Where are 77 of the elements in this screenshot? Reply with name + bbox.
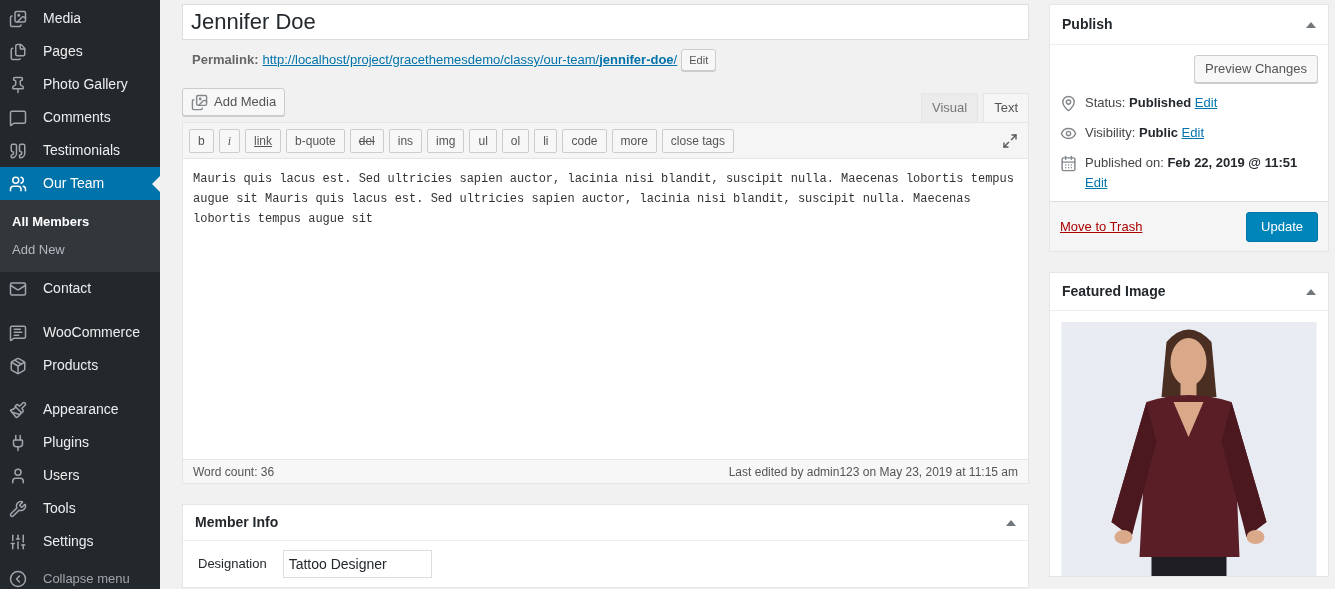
- menu-item[interactable]: Users: [0, 459, 160, 492]
- status-text: Published on: Feb 22, 2019 @ 11:51 Edit: [1085, 154, 1299, 192]
- wrench-icon: [9, 499, 27, 518]
- speech-bubble-icon: [9, 323, 27, 342]
- current-arrow-icon: [152, 176, 160, 192]
- preview-changes-button[interactable]: Preview Changes: [1194, 55, 1318, 83]
- user-icon: [9, 466, 27, 485]
- menu-item[interactable]: Pages: [0, 35, 160, 68]
- status-text: Visibility: Public Edit: [1085, 124, 1205, 142]
- edit-link[interactable]: Edit: [1085, 175, 1108, 190]
- editor-tab[interactable]: Visual: [920, 93, 979, 122]
- format-button[interactable]: ol: [501, 128, 530, 153]
- editor-tab[interactable]: Text: [983, 93, 1029, 122]
- format-button[interactable]: del: [349, 128, 384, 153]
- menu-item[interactable]: Appearance: [0, 393, 160, 426]
- content-text[interactable]: Mauris quis lacus est. Sed ultricies sapien auctor, lacinia nisi blandit, suscipit nulla. Maecenas lobortis tempus augue sit Mauris quis lacus est. Sed ultricies sapien auctor, lacinia nisi blandit, suscipit nulla. Maecenas lobortis tempus augue sit: [183, 159, 1028, 459]
- menu-item[interactable]: Testimonials: [0, 134, 160, 167]
- panel-title: Publish: [1062, 15, 1113, 34]
- menu-item[interactable]: Photo Gallery: [0, 68, 160, 101]
- menu-item[interactable]: Contact: [0, 272, 160, 305]
- field-label: Designation: [198, 555, 267, 574]
- designation-field[interactable]: Tattoo Designer: [282, 550, 432, 578]
- pin-icon: [9, 75, 27, 94]
- panel-title: Member Info: [195, 513, 279, 532]
- format-button[interactable]: link: [245, 128, 282, 153]
- add-media-button[interactable]: Add Media: [182, 88, 286, 116]
- format-button[interactable]: b-quote: [286, 128, 345, 153]
- collapse-arrow-icon[interactable]: [1306, 288, 1316, 295]
- menu-item[interactable]: WooCommerce: [0, 316, 160, 349]
- permalink-label: Permalink:: [192, 51, 259, 70]
- word-count: Word count: 36: [193, 463, 275, 481]
- edit-link[interactable]: Edit: [1194, 95, 1218, 110]
- submenu-item[interactable]: All Members: [0, 208, 160, 236]
- collapse-icon: [9, 570, 27, 588]
- menu-item[interactable]: Our Team: [0, 167, 160, 200]
- panel-title: Featured Image: [1062, 282, 1166, 301]
- format-button[interactable]: li: [534, 128, 558, 153]
- menu-item[interactable]: Tools: [0, 492, 160, 525]
- media-icon: [9, 9, 27, 28]
- people-icon: [9, 174, 27, 193]
- edit-link[interactable]: Edit: [1181, 125, 1204, 140]
- settings-icon: [9, 532, 27, 551]
- status-text: Status: Published Edit: [1085, 94, 1219, 112]
- update-button[interactable]: Update: [1246, 211, 1318, 242]
- pin-icon: [1060, 95, 1077, 112]
- move-to-trash-link[interactable]: Move to Trash: [1060, 216, 1143, 237]
- pages-icon: [9, 42, 27, 61]
- edit-permalink-button[interactable]: Edit: [681, 49, 717, 71]
- comment-icon: [9, 108, 27, 127]
- permalink-link[interactable]: http://localhost/project/gracethemesdemo/classy/our-team/jennifer-doe/: [262, 50, 678, 70]
- format-button[interactable]: more: [611, 128, 657, 153]
- fullscreen-icon[interactable]: [1002, 132, 1018, 149]
- format-button[interactable]: ins: [388, 128, 423, 153]
- format-button[interactable]: close tags: [661, 128, 734, 153]
- collapse-arrow-icon[interactable]: [1006, 519, 1016, 526]
- collapse-arrow-icon[interactable]: [1306, 21, 1316, 28]
- menu-item[interactable]: Products: [0, 349, 160, 382]
- envelope-icon: [9, 279, 27, 298]
- collapse-menu-button[interactable]: Collapse menu: [0, 569, 160, 589]
- menu-item[interactable]: Comments: [0, 101, 160, 134]
- media-icon: [191, 93, 208, 111]
- menu-item[interactable]: Media: [0, 2, 160, 35]
- format-button[interactable]: b: [189, 128, 214, 153]
- format-button[interactable]: img: [427, 128, 465, 153]
- eye-icon: [1060, 125, 1077, 142]
- format-button[interactable]: i: [218, 128, 241, 153]
- calendar-icon: [1060, 155, 1077, 172]
- format-button[interactable]: code: [562, 128, 607, 153]
- box-icon: [9, 356, 27, 375]
- menu-item[interactable]: Plugins: [0, 426, 160, 459]
- menu-item[interactable]: Settings: [0, 525, 160, 558]
- last-edited-text: Last edited by admin123 on May 23, 2019 at 11:15 am: [728, 463, 1018, 481]
- quote-icon: [9, 141, 27, 160]
- format-button[interactable]: ul: [469, 128, 497, 153]
- submenu-item[interactable]: Add New: [0, 236, 160, 264]
- title-field[interactable]: Jennifer Doe: [182, 4, 1029, 40]
- paintbrush-icon: [9, 400, 27, 419]
